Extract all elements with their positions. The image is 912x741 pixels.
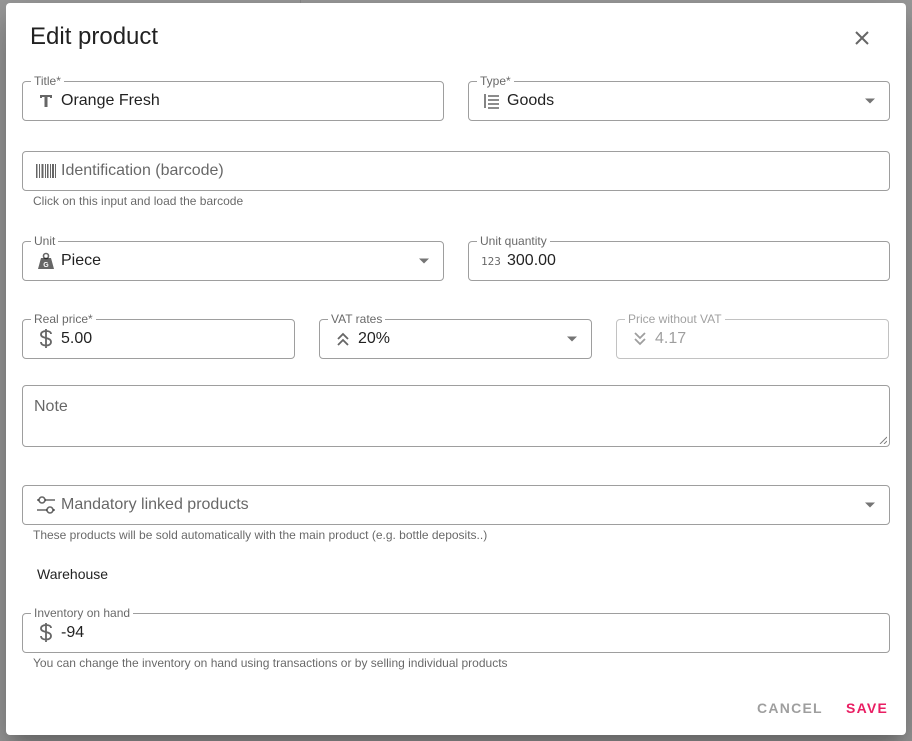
unit-quantity-value: 300.00	[507, 252, 556, 269]
real-price-value: 5.00	[61, 330, 93, 347]
barcode-hint: Click on this input and load the barcode	[33, 194, 244, 208]
title-field[interactable]: Title* Orange Fresh	[22, 75, 444, 121]
resize-handle-icon[interactable]	[879, 436, 887, 444]
unit-quantity-label: Unit quantity	[477, 235, 550, 248]
linked-products-hint: These products will be sold automaticall…	[33, 528, 488, 542]
barcode-input[interactable]: Identification (barcode)	[22, 151, 890, 191]
caret-down-icon	[865, 502, 875, 508]
title-value: Orange Fresh	[61, 92, 160, 109]
caret-down-icon	[865, 98, 875, 104]
cancel-button[interactable]: CANCEL	[757, 700, 823, 716]
title-label: Title*	[31, 75, 64, 88]
dollar-icon	[35, 328, 57, 350]
inventory-hint: You can change the inventory on hand usi…	[33, 656, 508, 670]
real-price-field[interactable]: Real price* 5.00	[22, 313, 295, 359]
barcode-placeholder: Identification (barcode)	[61, 162, 224, 179]
inventory-label: Inventory on hand	[31, 607, 134, 620]
note-placeholder: Note	[34, 398, 68, 415]
weight-icon: G	[35, 250, 57, 272]
linked-products-select[interactable]: Mandatory linked products	[22, 485, 890, 525]
price-without-vat-value: 4.17	[655, 330, 687, 347]
unit-label: Unit	[31, 235, 59, 248]
dollar-icon	[35, 622, 57, 644]
note-textarea[interactable]: Note	[22, 385, 890, 447]
barcode-icon	[35, 160, 57, 182]
svg-text:G: G	[43, 262, 49, 269]
caret-down-icon	[419, 258, 429, 264]
svg-text:123: 123	[481, 255, 501, 267]
edit-product-dialog: Edit product Title* Orange Fresh Type* G…	[6, 3, 906, 735]
unit-quantity-field[interactable]: Unit quantity 123 300.00	[468, 235, 890, 281]
real-price-label: Real price*	[31, 313, 96, 326]
inventory-value: -94	[61, 624, 85, 641]
type-select[interactable]: Type* Goods	[468, 75, 890, 121]
warehouse-heading: Warehouse	[37, 566, 109, 582]
close-button[interactable]	[849, 25, 875, 51]
type-value: Goods	[507, 92, 555, 109]
close-icon	[855, 31, 869, 45]
price-without-vat-label: Price without VAT	[625, 313, 725, 326]
unit-select[interactable]: Unit G Piece	[22, 235, 444, 281]
dialog-title: Edit product	[30, 23, 159, 50]
inventory-field[interactable]: Inventory on hand -94	[22, 607, 890, 653]
list-icon	[481, 90, 503, 112]
text-icon	[35, 90, 57, 112]
vat-rates-value: 20%	[358, 330, 391, 347]
numeric-icon: 123	[481, 250, 503, 272]
vat-rates-label: VAT rates	[328, 313, 386, 326]
linked-products-placeholder: Mandatory linked products	[61, 496, 249, 513]
caret-down-icon	[567, 336, 577, 342]
price-without-vat-field: Price without VAT 4.17	[616, 313, 889, 359]
vat-rates-select[interactable]: VAT rates 20%	[319, 313, 592, 359]
double-chevron-down-icon	[629, 328, 651, 350]
double-chevron-up-icon	[332, 328, 354, 350]
tune-icon	[35, 494, 57, 516]
unit-value: Piece	[61, 252, 102, 269]
type-label: Type*	[477, 75, 514, 88]
save-button[interactable]: SAVE	[846, 700, 888, 716]
